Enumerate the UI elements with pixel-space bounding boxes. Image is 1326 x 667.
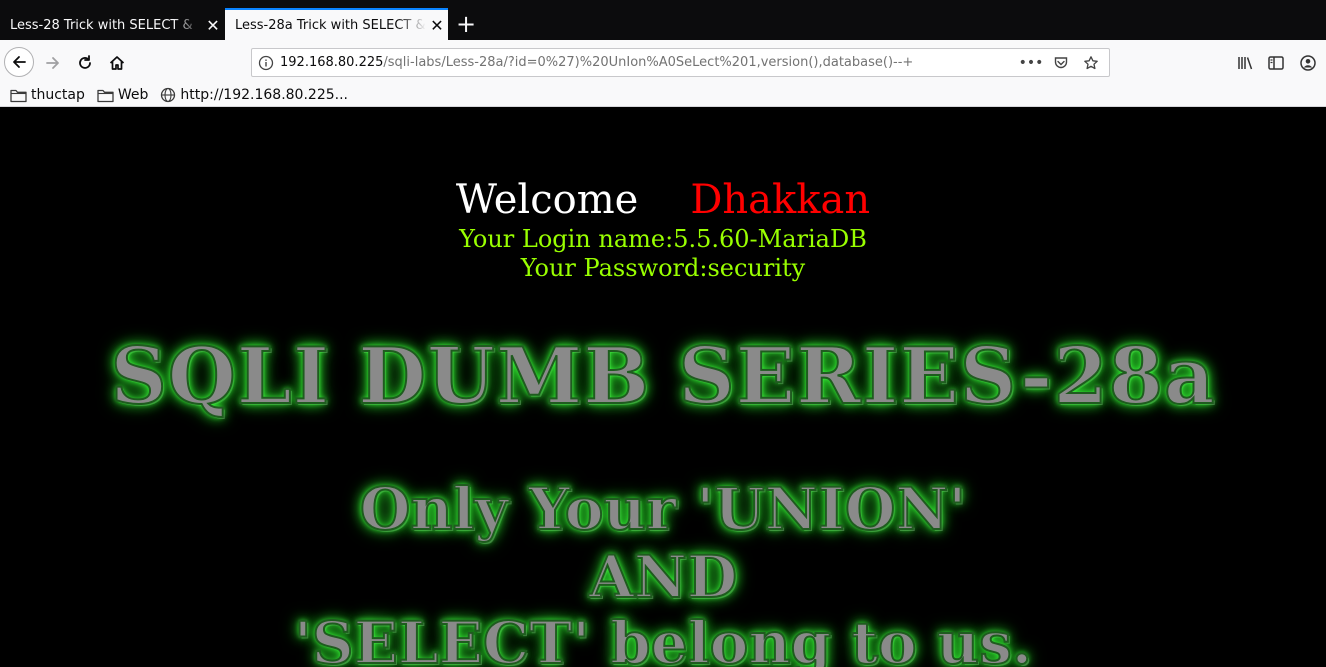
- star-icon[interactable]: [1079, 51, 1103, 75]
- arrow-left-icon: [13, 56, 26, 68]
- close-tab-icon[interactable]: ✕: [202, 16, 224, 35]
- bookmark-label: http://192.168.80.225...: [180, 87, 348, 103]
- subtitle-line: Only Your 'UNION': [359, 474, 967, 544]
- tab-strip: Less-28 Trick with SELECT & ✕ Less-28a T…: [0, 0, 1326, 40]
- tab-title: Less-28a Trick with SELECT &: [235, 17, 426, 33]
- subtitle-line: 'SELECT' belong to us.: [293, 608, 1033, 667]
- url-text[interactable]: 192.168.80.225/sqli-labs/Less-28a/?id=0%…: [280, 55, 1019, 70]
- tab-title: Less-28 Trick with SELECT &: [10, 17, 193, 33]
- bookmark-thuctap[interactable]: thuctap: [10, 87, 85, 103]
- library-icon[interactable]: [1234, 52, 1256, 74]
- home-icon: [109, 56, 125, 70]
- tab-less-28a[interactable]: Less-28a Trick with SELECT & ✕: [225, 8, 448, 40]
- user-name: Dhakkan: [690, 177, 871, 223]
- arrow-right-icon: [46, 57, 59, 69]
- sidebar-icon[interactable]: [1265, 52, 1287, 74]
- account-icon[interactable]: [1297, 52, 1319, 74]
- forward-button[interactable]: [40, 50, 66, 76]
- url-path: /sqli-labs/Less-28a/?id=0%27)%20UnIon%A0…: [383, 55, 914, 70]
- home-button[interactable]: [104, 50, 130, 76]
- login-name-text: Your Login name:5.5.60-MariaDB: [459, 225, 867, 253]
- reload-button[interactable]: [72, 50, 98, 76]
- welcome-text: Welcome: [455, 177, 639, 223]
- bookmark-url[interactable]: http://192.168.80.225...: [160, 87, 348, 103]
- url-actions: •••: [1019, 51, 1109, 75]
- url-bar[interactable]: 192.168.80.225/sqli-labs/Less-28a/?id=0%…: [251, 48, 1110, 77]
- welcome-line: Welcome Dhakkan: [0, 177, 1326, 223]
- bookmark-web[interactable]: Web: [97, 87, 149, 103]
- pocket-icon[interactable]: [1049, 51, 1073, 75]
- page-title: SQLI DUMB SERIES-28a: [109, 330, 1216, 423]
- bookmark-label: Web: [117, 87, 149, 103]
- globe-icon: [161, 87, 176, 103]
- plus-icon[interactable]: +: [453, 11, 479, 37]
- page-content: Welcome Dhakkan Your Login name:5.5.60-Ma…: [0, 107, 1326, 667]
- subtitle-line: AND: [588, 542, 738, 612]
- tab-less-28[interactable]: Less-28 Trick with SELECT & ✕: [0, 10, 224, 40]
- folder-icon: [10, 89, 27, 102]
- close-tab-icon[interactable]: ✕: [426, 16, 448, 35]
- reload-icon: [79, 55, 91, 69]
- folder-icon: [97, 89, 114, 102]
- url-host: 192.168.80.225: [280, 55, 384, 70]
- bookmark-label: thuctap: [31, 87, 85, 103]
- back-button[interactable]: [4, 47, 34, 77]
- navigation-toolbar: 192.168.80.225/sqli-labs/Less-28a/?id=0%…: [0, 40, 1326, 84]
- info-icon[interactable]: [252, 55, 280, 71]
- password-text: Your Password:security: [520, 254, 806, 282]
- bookmarks-toolbar: thuctap Web http://192.168.80.225...: [0, 84, 1326, 107]
- more-actions-icon[interactable]: •••: [1019, 51, 1044, 75]
